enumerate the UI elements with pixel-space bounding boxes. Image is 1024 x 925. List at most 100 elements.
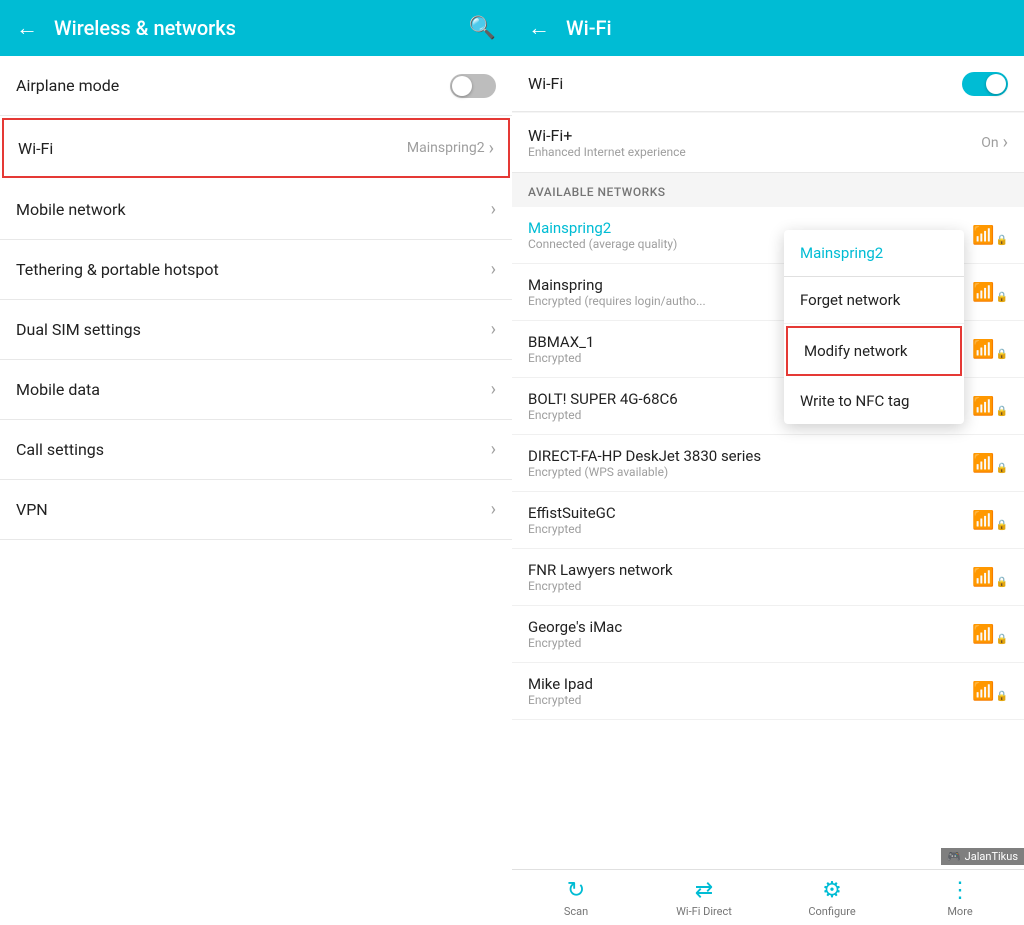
wifi-icon-mike-ipad: 📶 🔒 <box>972 681 1008 702</box>
right-panel: ← Wi-Fi Wi-Fi Wi-Fi+ Enhanced Internet e… <box>512 0 1024 925</box>
left-back-button[interactable]: ← <box>16 15 38 41</box>
wifi-item-label: Wi-Fi <box>18 139 53 158</box>
airplane-mode-toggle[interactable] <box>450 74 496 98</box>
wifi-plus-row[interactable]: Wi-Fi+ Enhanced Internet experience On › <box>512 113 1024 173</box>
bottom-toolbar: ↻ Scan ⇄ Wi-Fi Direct ⚙ Configure ⋮ More <box>512 869 1024 925</box>
toolbar-more[interactable]: ⋮ More <box>896 878 1024 918</box>
dual-sim-text: Dual SIM settings <box>16 320 491 339</box>
wifi-toggle-knob <box>986 74 1006 94</box>
tethering-text: Tethering & portable hotspot <box>16 260 491 279</box>
wifi-plus-label: Wi-Fi+ <box>528 126 981 145</box>
wifi-item-chevron: › <box>489 138 494 159</box>
mobile-data-item[interactable]: Mobile data › <box>0 360 512 420</box>
network-status-effist: Encrypted <box>528 522 972 536</box>
network-item-effist[interactable]: EffistSuiteGC Encrypted 📶 🔒 <box>512 492 1024 549</box>
tethering-item[interactable]: Tethering & portable hotspot › <box>0 240 512 300</box>
left-panel: ← Wireless & networks 🔍 Airplane mode Wi… <box>0 0 512 925</box>
context-menu: Mainspring2 Forget network Modify networ… <box>784 230 964 424</box>
wifi-toggle-label: Wi-Fi <box>528 74 962 93</box>
watermark: 🎮 JalanTikus <box>941 848 1024 865</box>
dual-sim-item[interactable]: Dual SIM settings › <box>0 300 512 360</box>
watermark-text: JalanTikus <box>965 850 1018 863</box>
network-info-effist: EffistSuiteGC Encrypted <box>528 504 972 536</box>
context-menu-modify[interactable]: Modify network <box>786 326 962 376</box>
vpn-item[interactable]: VPN › <box>0 480 512 540</box>
mobile-network-chevron: › <box>491 199 496 220</box>
right-header-title: Wi-Fi <box>566 16 612 40</box>
wifi-toggle[interactable] <box>962 72 1008 96</box>
toolbar-configure[interactable]: ⚙ Configure <box>768 878 896 918</box>
more-icon: ⋮ <box>949 878 971 903</box>
dual-sim-label: Dual SIM settings <box>16 320 141 339</box>
network-info-mike-ipad: Mike Ipad Encrypted <box>528 675 972 707</box>
mobile-network-item[interactable]: Mobile network › <box>0 180 512 240</box>
watermark-icon: 🎮 <box>947 850 961 863</box>
network-name-effist: EffistSuiteGC <box>528 504 972 522</box>
network-info-direct-hp: DIRECT-FA-HP DeskJet 3830 series Encrypt… <box>528 447 972 479</box>
wifi-direct-icon: ⇄ <box>695 878 713 903</box>
left-header: ← Wireless & networks 🔍 <box>0 0 512 56</box>
wifi-item[interactable]: Wi-Fi Mainspring2 › <box>2 118 510 178</box>
right-back-button[interactable]: ← <box>528 15 550 41</box>
airplane-mode-toggle-container <box>450 74 496 98</box>
tethering-label: Tethering & portable hotspot <box>16 260 219 279</box>
wifi-icon-mainspring: 📶 🔒 <box>972 282 1008 303</box>
network-status-direct-hp: Encrypted (WPS available) <box>528 465 972 479</box>
configure-label: Configure <box>808 905 855 918</box>
wifi-icon-direct-hp: 📶 🔒 <box>972 453 1008 474</box>
call-settings-label: Call settings <box>16 440 104 459</box>
wifi-toggle-row[interactable]: Wi-Fi <box>512 56 1024 112</box>
network-name-georges-imac: George's iMac <box>528 618 972 636</box>
wifi-plus-value: On <box>981 135 998 151</box>
right-header: ← Wi-Fi <box>512 0 1024 56</box>
left-header-title: Wireless & networks <box>54 16 453 40</box>
wifi-direct-label: Wi-Fi Direct <box>676 905 732 918</box>
mobile-data-label: Mobile data <box>16 380 100 399</box>
toolbar-wifi-direct[interactable]: ⇄ Wi-Fi Direct <box>640 878 768 918</box>
scan-label: Scan <box>564 905 588 918</box>
network-name-direct-hp: DIRECT-FA-HP DeskJet 3830 series <box>528 447 972 465</box>
network-item-mike-ipad[interactable]: Mike Ipad Encrypted 📶 🔒 <box>512 663 1024 720</box>
context-menu-forget[interactable]: Forget network <box>784 277 964 324</box>
tethering-chevron: › <box>491 259 496 280</box>
call-settings-item[interactable]: Call settings › <box>0 420 512 480</box>
available-networks-header: AVAILABLE NETWORKS <box>512 173 1024 207</box>
search-icon[interactable]: 🔍 <box>469 16 496 41</box>
network-item-direct-hp[interactable]: DIRECT-FA-HP DeskJet 3830 series Encrypt… <box>512 435 1024 492</box>
network-item-fnr[interactable]: FNR Lawyers network Encrypted 📶 🔒 <box>512 549 1024 606</box>
wifi-icon-bbmax1: 📶 🔒 <box>972 339 1008 360</box>
toolbar-scan[interactable]: ↻ Scan <box>512 878 640 918</box>
network-status-fnr: Encrypted <box>528 579 972 593</box>
settings-list: Airplane mode Wi-Fi Mainspring2 › Mobile… <box>0 56 512 925</box>
wifi-icon-mainspring2: 📶 🔒 <box>972 225 1008 246</box>
more-label: More <box>947 905 972 918</box>
network-info-fnr: FNR Lawyers network Encrypted <box>528 561 972 593</box>
wifi-icon-effist: 📶 🔒 <box>972 510 1008 531</box>
network-status-mike-ipad: Encrypted <box>528 693 972 707</box>
vpn-label: VPN <box>16 500 48 519</box>
network-item-georges-imac[interactable]: George's iMac Encrypted 📶 🔒 <box>512 606 1024 663</box>
wifi-icon-fnr: 📶 🔒 <box>972 567 1008 588</box>
mobile-network-label: Mobile network <box>16 200 126 219</box>
wifi-plus-text: Wi-Fi+ Enhanced Internet experience <box>528 126 981 159</box>
airplane-mode-text: Airplane mode <box>16 76 450 95</box>
configure-icon: ⚙ <box>822 878 842 903</box>
call-settings-chevron: › <box>491 439 496 460</box>
network-name-fnr: FNR Lawyers network <box>528 561 972 579</box>
network-status-georges-imac: Encrypted <box>528 636 972 650</box>
mobile-network-text: Mobile network <box>16 200 491 219</box>
wifi-icon-bolt: 📶 🔒 <box>972 396 1008 417</box>
mobile-data-chevron: › <box>491 379 496 400</box>
wifi-plus-chevron: › <box>1003 132 1008 153</box>
airplane-mode-item[interactable]: Airplane mode <box>0 56 512 116</box>
scan-icon: ↻ <box>567 878 585 903</box>
wifi-plus-subtitle: Enhanced Internet experience <box>528 145 981 159</box>
dual-sim-chevron: › <box>491 319 496 340</box>
network-info-georges-imac: George's iMac Encrypted <box>528 618 972 650</box>
mobile-data-text: Mobile data <box>16 380 491 399</box>
airplane-mode-toggle-knob <box>452 76 472 96</box>
vpn-text: VPN <box>16 500 491 519</box>
context-menu-network-name: Mainspring2 <box>784 230 964 277</box>
context-menu-nfc[interactable]: Write to NFC tag <box>784 378 964 424</box>
vpn-chevron: › <box>491 499 496 520</box>
